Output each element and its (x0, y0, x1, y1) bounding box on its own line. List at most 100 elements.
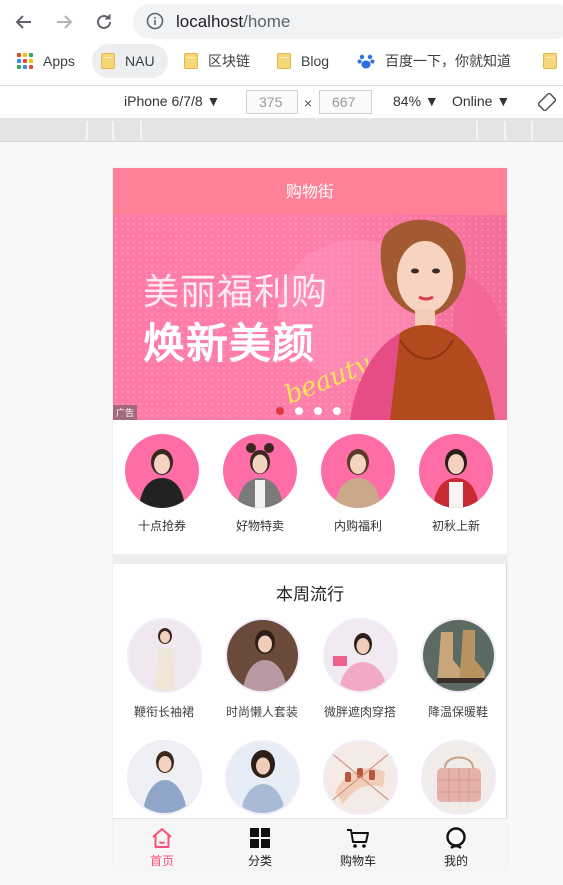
tab-label: 分类 (247, 854, 272, 868)
reload-button[interactable] (90, 8, 118, 36)
popular-item[interactable]: 降温保暖鞋 (410, 618, 506, 720)
bookmark-nau[interactable]: NAU (92, 44, 168, 78)
recommend-label: 内购福利 (333, 519, 382, 533)
recommend-label: 初秋上新 (431, 519, 480, 533)
banner-carousel[interactable]: 美丽福利购 焕新美颜 beauty 广告 (113, 215, 507, 420)
page-title: 购物街 (285, 182, 334, 201)
url-path: /home (243, 12, 291, 31)
bookmark-apps[interactable]: Apps (17, 44, 75, 78)
popular-label: 降温保暖鞋 (427, 705, 488, 719)
nav-bar: 购物街 (113, 168, 507, 215)
device-select[interactable]: iPhone 6/7/8 ▼ (124, 93, 220, 109)
popular-label: 鞭衔长袖裙 (133, 705, 194, 719)
tab-cart[interactable]: 购物车 (309, 819, 407, 870)
recommend-label: 好物特卖 (235, 519, 284, 533)
popular-item[interactable] (312, 740, 408, 825)
banner-headline: 美丽福利购 (143, 272, 329, 313)
tab-bar: 首页 分类 购物车 我的 (113, 818, 507, 870)
popular-image (322, 740, 398, 815)
home-icon (152, 828, 172, 848)
browser-chrome: localhost/home Apps NAU 区块链 Blog 百度一下，你就… (0, 0, 563, 85)
popular-item[interactable] (116, 740, 212, 825)
bookmark-label: Blog (301, 53, 330, 69)
ad-tag: 广告 (113, 405, 138, 420)
popular-image (126, 618, 202, 693)
tab-label: 我的 (443, 854, 468, 868)
dimension-separator: × (304, 95, 313, 111)
cart-icon (347, 829, 369, 848)
recommend-image (321, 434, 395, 508)
tab-category[interactable]: 分类 (211, 819, 309, 870)
media-query-ruler (0, 119, 563, 142)
popular-item[interactable] (410, 740, 506, 825)
popular-image (322, 618, 398, 693)
tab-profile[interactable]: 我的 (407, 819, 505, 870)
carousel-pagination (276, 407, 341, 415)
recommend-item[interactable]: 好物特卖 (215, 434, 305, 534)
bookmark-label: Apps (43, 53, 75, 69)
arrow-right-icon (57, 15, 73, 29)
ruler-tick[interactable] (140, 121, 142, 140)
arrow-left-icon (15, 15, 31, 29)
bookmark-blockchain[interactable]: 区块链 (184, 44, 250, 78)
ruler-tick[interactable] (112, 121, 114, 140)
carousel-dot[interactable] (295, 407, 303, 415)
ruler-tick[interactable] (476, 121, 478, 140)
forward-button[interactable] (50, 8, 78, 36)
device-width-input[interactable]: 375 (246, 90, 298, 114)
ruler-tick[interactable] (531, 121, 533, 140)
category-grid-icon (250, 828, 270, 848)
network-throttle-select[interactable]: Online ▼ (452, 93, 510, 109)
popular-item[interactable]: 微胖遮肉穿搭 (312, 618, 408, 720)
bookmark-label: 区块链 (208, 53, 250, 69)
profile-icon (446, 827, 466, 849)
folder-icon (277, 53, 291, 69)
bookmarks-bar: Apps NAU 区块链 Blog 百度一下，你就知道 (0, 44, 563, 80)
banner-subheadline: 焕新美颜 (143, 319, 316, 368)
popular-image (126, 740, 202, 815)
folder-icon (184, 53, 198, 69)
recommend-section: 十点抢券 好物特卖 内购福利 初秋上新 (113, 420, 507, 554)
url-text[interactable]: localhost/home (176, 12, 290, 32)
device-height-input[interactable]: 667 (319, 90, 372, 114)
ruler-tick[interactable] (504, 121, 506, 140)
carousel-dot[interactable] (276, 407, 284, 415)
popular-item[interactable]: 鞭衔长袖裙 (116, 618, 212, 720)
recommend-item[interactable]: 内购福利 (313, 434, 403, 534)
popular-item[interactable] (214, 740, 310, 825)
bookmark-baidu[interactable]: 百度一下，你就知道 (357, 44, 511, 78)
section-divider (113, 554, 507, 564)
carousel-dot[interactable] (333, 407, 341, 415)
bookmark-label: NAU (125, 53, 155, 69)
tab-label: 购物车 (339, 854, 376, 868)
recommend-image (223, 434, 297, 508)
popular-image (420, 618, 496, 693)
popular-item[interactable]: 时尚懒人套装 (214, 618, 310, 720)
recommend-item[interactable]: 十点抢券 (117, 434, 207, 534)
reload-icon (97, 14, 111, 29)
bookmark-overflow[interactable] (543, 44, 557, 78)
baidu-paw-icon (357, 54, 375, 69)
recommend-item[interactable]: 初秋上新 (411, 434, 501, 534)
address-bar[interactable]: localhost/home (133, 4, 563, 39)
popular-image (420, 740, 496, 815)
recommend-image (419, 434, 493, 508)
popular-label: 时尚懒人套装 (225, 705, 298, 719)
rotate-icon[interactable] (538, 93, 556, 111)
bookmark-blog[interactable]: Blog (277, 44, 329, 78)
popular-label: 微胖遮肉穿搭 (323, 705, 396, 719)
section-title: 本周流行 (276, 585, 344, 605)
device-toolbar: iPhone 6/7/8 ▼ 375 × 667 84% ▼ Online ▼ (0, 85, 563, 119)
folder-icon (543, 53, 557, 69)
zoom-select[interactable]: 84% ▼ (393, 93, 439, 109)
recommend-label: 十点抢券 (137, 519, 186, 533)
banner-model-image (350, 219, 507, 420)
popular-image (224, 618, 300, 693)
ruler-tick[interactable] (86, 121, 88, 140)
back-button[interactable] (10, 8, 38, 36)
recommend-image (125, 434, 199, 508)
info-icon[interactable] (146, 12, 164, 30)
carousel-dot[interactable] (314, 407, 322, 415)
folder-icon (101, 53, 115, 69)
tab-home[interactable]: 首页 (113, 819, 211, 870)
